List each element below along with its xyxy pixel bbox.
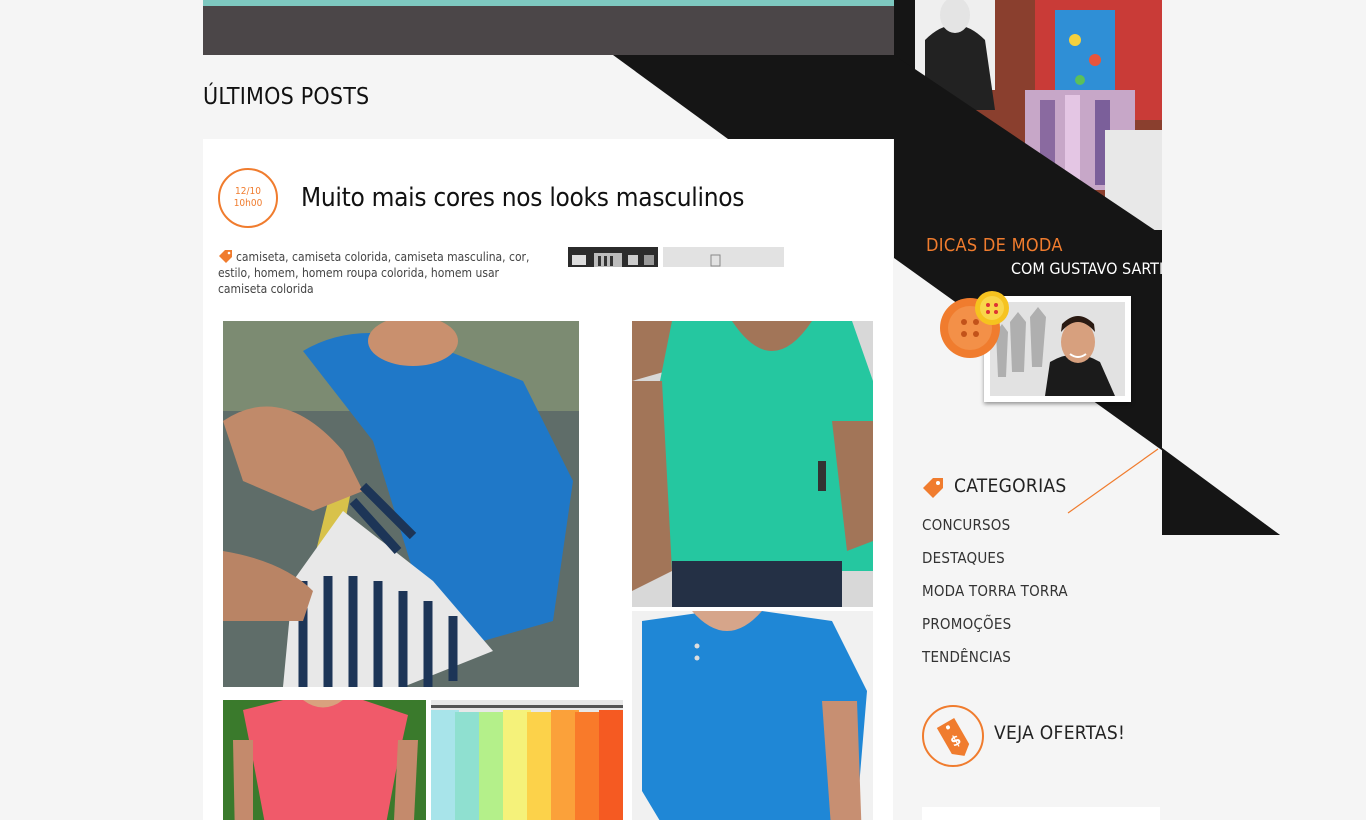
post-tags: camiseta, camiseta colorida, camiseta ma… (218, 249, 548, 297)
offers-title[interactable]: VEJA OFERTAS! (994, 722, 1125, 744)
category-item-tendencias[interactable]: TENDÊNCIAS (922, 646, 1068, 679)
post-photo-coral-tshirt[interactable] (223, 700, 426, 820)
category-item-moda-torra-torra[interactable]: MODA TORRA TORRA (922, 580, 1068, 613)
post-photo-blue-tshirt-seated[interactable] (223, 321, 579, 687)
category-item-destaques[interactable]: DESTAQUES (922, 547, 1068, 580)
post-tags-text[interactable]: camiseta, camiseta colorida, camiseta ma… (218, 250, 529, 296)
post-time: 10h00 (233, 198, 263, 209)
categories-title: CATEGORIAS (954, 475, 1067, 497)
post-photo-colorful-shirts-rack[interactable] (431, 700, 623, 820)
top-banner[interactable] (203, 0, 894, 55)
categories-list: CONCURSOS DESTAQUES MODA TORRA TORRA PRO… (922, 514, 1068, 679)
sewing-buttons-decoration (940, 291, 1009, 358)
date-badge: 12/10 10h00 (218, 168, 278, 228)
post-card: 12/10 10h00 Muito mais cores nos looks m… (203, 139, 893, 820)
share-widget[interactable] (568, 247, 658, 267)
post-photo-blue-henley[interactable] (632, 611, 873, 820)
sidebar-photo-diagonal-mask (894, 55, 1162, 235)
tag-icon (923, 478, 943, 498)
category-item-promocoes[interactable]: PROMOÇÕES (922, 613, 1068, 646)
section-title: ÚLTIMOS POSTS (203, 84, 370, 110)
dicas-title[interactable]: DICAS DE MODA (926, 235, 1063, 256)
dicas-subtitle: COM GUSTAVO SARTI (1011, 259, 1164, 278)
post-photo-green-tshirt[interactable] (632, 321, 873, 607)
share-widget-placeholder[interactable] (663, 247, 784, 267)
category-item-concursos[interactable]: CONCURSOS (922, 514, 1068, 547)
sidebar-widget-box (922, 807, 1160, 820)
price-tag-icon[interactable]: $ (922, 705, 984, 767)
banner-teal-strip (203, 0, 894, 6)
tag-icon (219, 250, 232, 263)
post-title[interactable]: Muito mais cores nos looks masculinos (301, 183, 744, 213)
post-date: 12/10 (235, 186, 261, 197)
